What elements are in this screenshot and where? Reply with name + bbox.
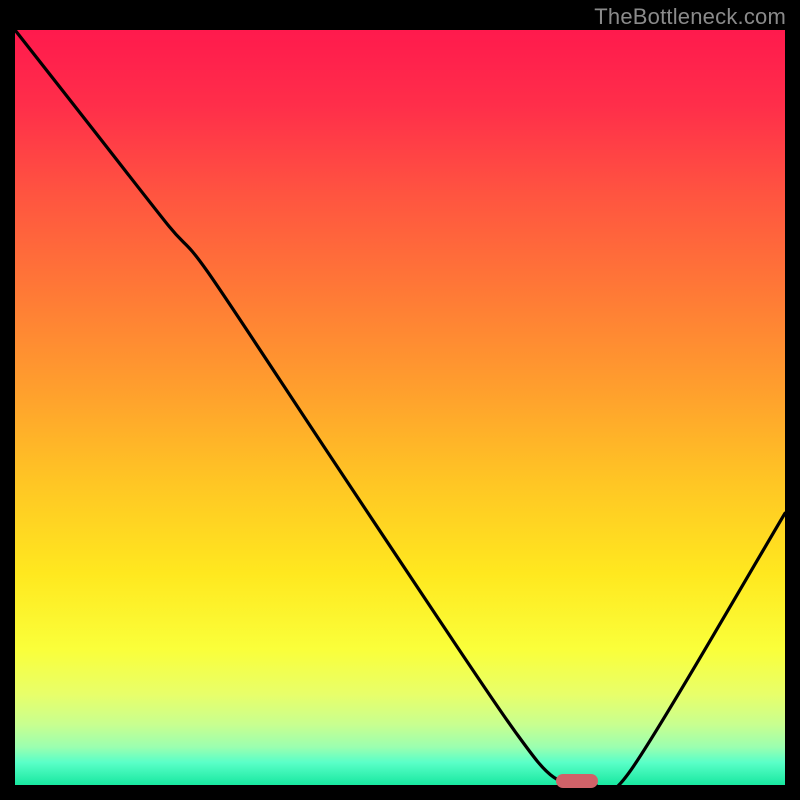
watermark-text: TheBottleneck.com bbox=[594, 4, 786, 30]
curve-svg bbox=[15, 30, 785, 785]
chart-frame: TheBottleneck.com bbox=[0, 0, 800, 800]
plot-area bbox=[15, 30, 785, 785]
bottleneck-curve-path bbox=[15, 30, 785, 785]
optimal-marker bbox=[556, 774, 598, 788]
